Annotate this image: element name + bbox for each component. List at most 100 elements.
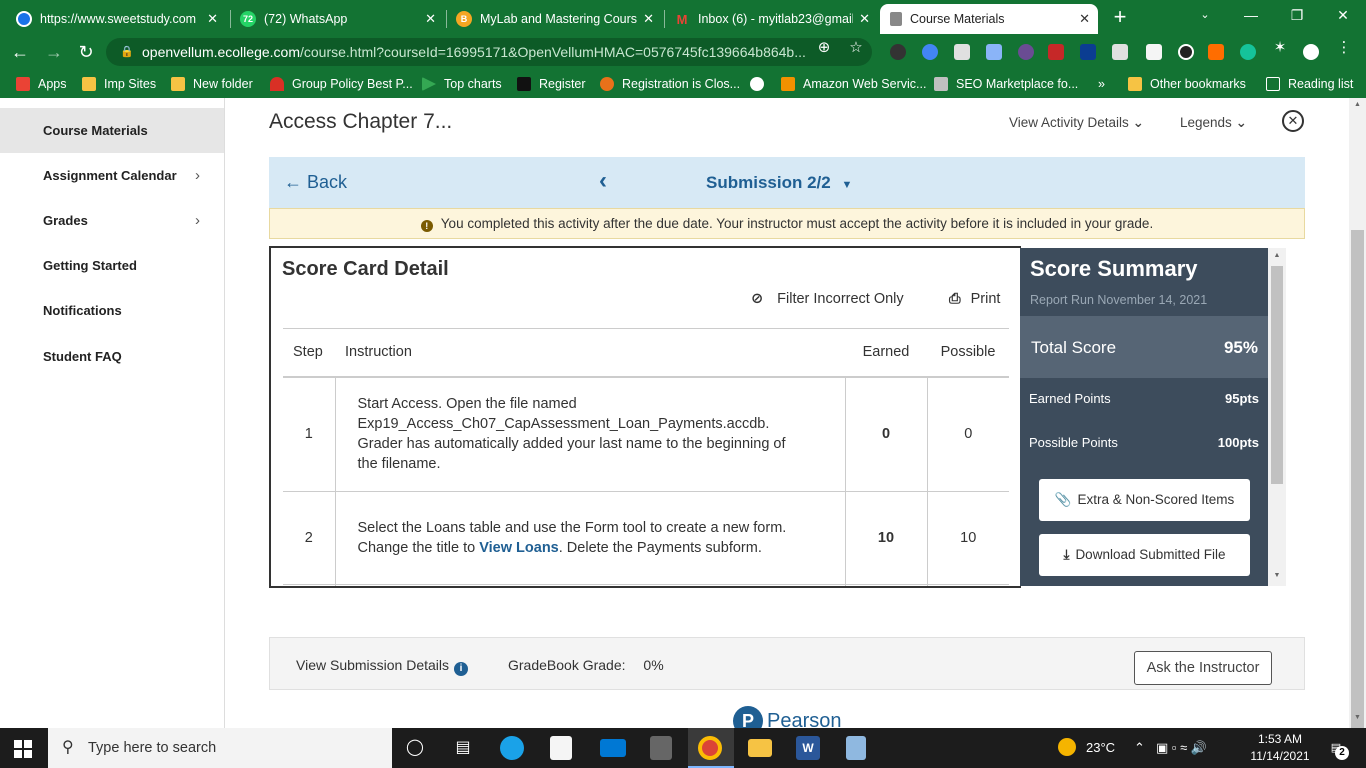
taskbar-search-box[interactable]: ⚲ Type here to search bbox=[48, 728, 392, 768]
tab-search-icon[interactable]: ⌄ bbox=[1190, 4, 1220, 26]
close-icon[interactable]: ✕ bbox=[207, 11, 218, 27]
filter-incorrect-toggle[interactable]: ⊘ Filter Incorrect Only bbox=[751, 291, 904, 307]
tab-gmail[interactable]: M Inbox (6) - myitlab23@gmail ✕ bbox=[666, 4, 878, 34]
edge-icon[interactable] bbox=[500, 736, 524, 760]
sidebar-item-label: Notifications bbox=[43, 303, 122, 318]
bookmark-new-folder[interactable]: New folder bbox=[171, 70, 253, 98]
new-tab-button[interactable]: + bbox=[1108, 5, 1132, 29]
legends-dropdown[interactable]: Legends ⌄ bbox=[1180, 115, 1247, 131]
tab-mylab[interactable]: B MyLab and Mastering Course ✕ bbox=[448, 4, 662, 34]
sidebar-item-getting-started[interactable]: Getting Started bbox=[0, 243, 224, 288]
sidebar-item-notifications[interactable]: Notifications bbox=[0, 288, 224, 333]
profile-avatar[interactable] bbox=[1303, 44, 1319, 60]
minimize-icon[interactable]: — bbox=[1236, 4, 1266, 26]
page-scrollbar[interactable]: ▲ ▼ bbox=[1349, 98, 1366, 748]
reload-icon[interactable]: ↻ bbox=[74, 40, 98, 64]
bookmark-aws[interactable]: Amazon Web Servic... bbox=[781, 70, 926, 98]
view-submission-details-link[interactable]: View Submission Details i bbox=[296, 657, 469, 676]
bookmark-seo[interactable]: SEO Marketplace fo... bbox=[934, 70, 1078, 98]
scroll-down-icon[interactable]: ▼ bbox=[1349, 714, 1366, 721]
bookmark-group-policy[interactable]: Group Policy Best P... bbox=[270, 70, 413, 98]
chrome-icon[interactable] bbox=[698, 736, 722, 760]
ask-instructor-button[interactable]: Ask the Instructor bbox=[1134, 651, 1272, 685]
bookmark-registration[interactable]: Registration is Clos... bbox=[600, 70, 740, 98]
submission-selector[interactable]: Submission 2/2 ▼ bbox=[706, 173, 852, 193]
address-bar[interactable]: 🔒 openvellum.ecollege.com/course.html?co… bbox=[106, 38, 872, 66]
table-header-row: Step Instruction Earned Possible bbox=[283, 328, 1009, 378]
close-icon[interactable]: ✕ bbox=[425, 11, 436, 27]
arrow-left-icon: ← bbox=[284, 172, 302, 192]
extension-icon[interactable] bbox=[1178, 44, 1194, 60]
print-button[interactable]: ⎙ Print bbox=[949, 291, 1000, 307]
extension-icon[interactable] bbox=[1208, 44, 1224, 60]
restore-icon[interactable]: ❐ bbox=[1282, 4, 1312, 26]
task-view-icon[interactable]: ▤ bbox=[450, 736, 476, 760]
taskbar-clock[interactable]: 1:53 AM 11/14/2021 bbox=[1248, 731, 1312, 765]
extension-icon[interactable] bbox=[1048, 44, 1064, 60]
windows-start-icon[interactable] bbox=[14, 740, 32, 758]
tray-chevron-icon[interactable]: ⌃ bbox=[1134, 728, 1145, 768]
score-panel-scrollbar[interactable]: ▲ ▼ bbox=[1268, 248, 1286, 586]
tab-whatsapp[interactable]: 72 (72) WhatsApp ✕ bbox=[232, 4, 444, 34]
bookmark-other[interactable]: Other bookmarks bbox=[1128, 70, 1246, 98]
forward-arrow-icon[interactable]: → bbox=[42, 40, 66, 64]
extension-icon[interactable] bbox=[1240, 44, 1256, 60]
scroll-up-icon[interactable]: ▲ bbox=[1349, 101, 1366, 108]
bookmark-apps[interactable]: Apps bbox=[16, 70, 67, 98]
extension-icon[interactable] bbox=[954, 44, 970, 60]
mail-icon[interactable] bbox=[600, 739, 626, 757]
back-arrow-icon[interactable]: ← bbox=[8, 40, 32, 64]
extra-non-scored-button[interactable]: 📎 Extra & Non-Scored Items bbox=[1039, 479, 1250, 521]
bookmark-reading-list[interactable]: Reading list bbox=[1266, 70, 1353, 98]
possible-points bbox=[926, 584, 1009, 586]
earned-points: 10 bbox=[844, 491, 927, 585]
file-explorer-icon[interactable] bbox=[748, 739, 772, 757]
extension-icon[interactable] bbox=[1018, 44, 1034, 60]
submission-footer: View Submission Details i GradeBook Grade… bbox=[269, 637, 1305, 690]
tab-course-materials[interactable]: Course Materials ✕ bbox=[880, 4, 1098, 34]
close-icon[interactable]: ✕ bbox=[859, 11, 870, 27]
tab-sweetstudy[interactable]: https://www.sweetstudy.com ✕ bbox=[8, 4, 226, 34]
close-activity-button[interactable]: ✕ bbox=[1282, 110, 1304, 132]
scroll-up-icon[interactable]: ▲ bbox=[1268, 252, 1286, 259]
zoom-icon[interactable]: ⊕ bbox=[814, 34, 834, 62]
sidebar-item-assignment-calendar[interactable]: Assignment Calendar › bbox=[0, 153, 224, 198]
scrollbar-thumb[interactable] bbox=[1351, 230, 1364, 748]
tray-icons[interactable]: ▣ ▫ ≈ 🔊 bbox=[1156, 728, 1207, 768]
weather-widget[interactable]: 23°C bbox=[1058, 728, 1115, 768]
media-player-icon[interactable] bbox=[650, 736, 672, 760]
back-button[interactable]: ← Back bbox=[284, 172, 347, 193]
window-close-icon[interactable]: ✕ bbox=[1328, 4, 1358, 26]
bookmark-globe[interactable] bbox=[750, 70, 772, 98]
download-submitted-file-button[interactable]: ⤓ Download Submitted File bbox=[1039, 534, 1250, 576]
extension-icon[interactable] bbox=[890, 44, 906, 60]
view-activity-details-dropdown[interactable]: View Activity Details ⌄ bbox=[1009, 115, 1144, 131]
bookmark-imp-sites[interactable]: Imp Sites bbox=[82, 70, 156, 98]
close-icon[interactable]: ✕ bbox=[1079, 11, 1090, 27]
extension-icon[interactable] bbox=[1112, 44, 1128, 60]
close-icon[interactable]: ✕ bbox=[643, 11, 654, 27]
extension-icon[interactable] bbox=[986, 44, 1002, 60]
notification-center-icon[interactable]: ▤2 bbox=[1326, 738, 1349, 760]
sidebar-item-grades[interactable]: Grades › bbox=[0, 198, 224, 243]
bookmarks-overflow[interactable]: » bbox=[1098, 70, 1105, 98]
extension-icon[interactable] bbox=[922, 44, 938, 60]
cortana-icon[interactable]: ◯ bbox=[402, 736, 428, 760]
bookmark-register[interactable]: Register bbox=[517, 70, 586, 98]
bookmark-top-charts[interactable]: Top charts bbox=[422, 70, 502, 98]
late-submission-warning: ! You completed this activity after the d… bbox=[269, 208, 1305, 239]
menu-dots-icon[interactable]: ⋮ bbox=[1334, 34, 1354, 62]
extension-icon[interactable] bbox=[1080, 44, 1096, 60]
word-icon[interactable]: W bbox=[796, 736, 820, 760]
sidebar-item-student-faq[interactable]: Student FAQ bbox=[0, 334, 224, 379]
scroll-down-icon[interactable]: ▼ bbox=[1268, 572, 1286, 579]
bookmark-star-icon[interactable]: ☆ bbox=[846, 34, 866, 62]
sidebar-item-course-materials[interactable]: Course Materials bbox=[0, 108, 224, 153]
scrollbar-thumb[interactable] bbox=[1271, 266, 1283, 484]
extension-icon[interactable] bbox=[1146, 44, 1162, 60]
store-icon[interactable] bbox=[550, 736, 572, 760]
notepad-icon[interactable] bbox=[846, 736, 866, 760]
previous-submission-button[interactable]: ‹ bbox=[599, 167, 607, 195]
puzzle-icon[interactable]: ✶ bbox=[1270, 34, 1290, 62]
total-score-label: Total Score bbox=[1031, 338, 1117, 357]
